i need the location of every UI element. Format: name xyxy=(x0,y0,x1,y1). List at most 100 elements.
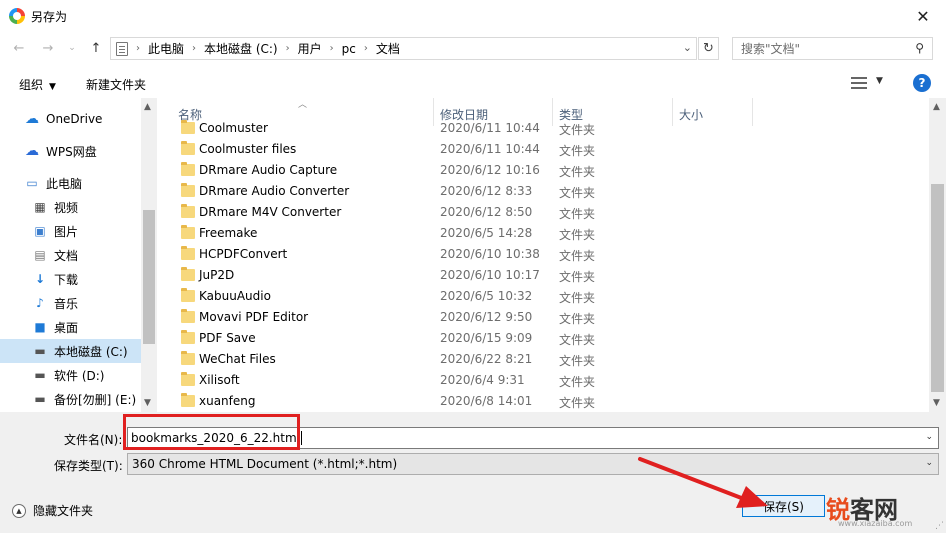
file-date: 2020/6/12 8:33 xyxy=(440,184,533,198)
caret-down-icon: ▼ xyxy=(49,82,56,92)
search-placeholder: 搜索"文档" xyxy=(741,42,801,56)
scroll-down-arrow-icon[interactable]: ▼ xyxy=(144,398,151,408)
resize-grip-icon[interactable]: ⋰ xyxy=(935,521,944,531)
scroll-up-arrow-icon[interactable]: ▲ xyxy=(933,102,940,112)
nav-item-downloads[interactable]: ↓ 下载 xyxy=(0,267,141,291)
table-row[interactable]: Freemake 2020/6/5 14:28 文件夹 xyxy=(170,223,929,244)
nav-item-onedrive[interactable]: ☁ OneDrive xyxy=(0,107,141,131)
forward-arrow-icon[interactable]: → xyxy=(39,39,57,57)
nav-item-desktop[interactable]: ■ 桌面 xyxy=(0,315,141,339)
breadcrumb-drive-c[interactable]: 本地磁盘 (C:) xyxy=(204,40,278,57)
document-location-icon xyxy=(116,41,128,56)
nav-item-music[interactable]: ♪ 音乐 xyxy=(0,291,141,315)
nav-item-label: 软件 (D:) xyxy=(54,368,105,383)
save-button[interactable]: 保存(S) xyxy=(742,495,825,517)
close-button[interactable]: ✕ xyxy=(900,0,946,32)
table-row[interactable]: WeChat Files 2020/6/22 8:21 文件夹 xyxy=(170,349,929,370)
breadcrumb-separator[interactable]: › xyxy=(136,43,140,54)
nav-item-drive-d[interactable]: ▬ 软件 (D:) xyxy=(0,363,141,387)
table-row[interactable]: DRmare Audio Converter 2020/6/12 8:33 文件夹 xyxy=(170,181,929,202)
chevron-up-icon: ▲ xyxy=(12,503,26,518)
refresh-icon: ↻ xyxy=(703,41,714,56)
nav-item-videos[interactable]: ▦ 视频 xyxy=(0,195,141,219)
nav-item-label: 本地磁盘 (C:) xyxy=(54,344,128,359)
view-options-caret-icon[interactable]: ▼ xyxy=(876,76,883,86)
scroll-up-arrow-icon[interactable]: ▲ xyxy=(144,102,151,112)
file-type: 文件夹 xyxy=(559,165,596,179)
scroll-down-arrow-icon[interactable]: ▼ xyxy=(933,398,940,408)
help-button[interactable]: ? xyxy=(913,74,931,92)
nav-item-documents[interactable]: ▤ 文档 xyxy=(0,243,141,267)
file-type: 文件夹 xyxy=(559,396,596,410)
nav-item-label: OneDrive xyxy=(46,112,103,126)
file-name: Xilisoft xyxy=(199,373,240,387)
nav-scrollbar[interactable]: ▲ ▼ xyxy=(141,98,157,412)
refresh-button[interactable]: ↻ xyxy=(698,37,719,60)
table-row[interactable]: JuP2D 2020/6/10 10:17 文件夹 xyxy=(170,265,929,286)
up-arrow-icon[interactable]: ↑ xyxy=(87,39,105,57)
file-list-scrollbar-thumb[interactable] xyxy=(931,184,944,392)
nav-item-this-pc[interactable]: ▭ 此电脑 xyxy=(0,171,141,195)
table-row[interactable]: KabuuAudio 2020/6/5 10:32 文件夹 xyxy=(170,286,929,307)
download-icon: ↓ xyxy=(34,272,46,286)
file-date: 2020/6/4 9:31 xyxy=(440,373,525,387)
window-title: 另存为 xyxy=(31,9,68,24)
organize-button[interactable]: 组织 ▼ xyxy=(19,76,56,93)
table-row[interactable]: PDF Save 2020/6/15 9:09 文件夹 xyxy=(170,328,929,349)
search-input[interactable]: 搜索"文档" ⚲ xyxy=(732,37,933,60)
filetype-value: 360 Chrome HTML Document (*.html;*.htm) xyxy=(132,457,398,471)
nav-item-drive-c[interactable]: ▬ 本地磁盘 (C:) xyxy=(0,339,141,363)
nav-item-wps[interactable]: ☁ WPS网盘 xyxy=(0,139,141,163)
table-row[interactable]: Coolmuster 2020/6/11 10:44 文件夹 xyxy=(170,118,929,139)
table-row[interactable]: DRmare M4V Converter 2020/6/12 8:50 文件夹 xyxy=(170,202,929,223)
chevron-down-icon[interactable]: ⌄ xyxy=(925,458,933,468)
nav-item-pictures[interactable]: ▣ 图片 xyxy=(0,219,141,243)
file-name: xuanfeng xyxy=(199,394,256,408)
breadcrumb-separator[interactable]: › xyxy=(330,43,334,54)
filetype-select[interactable]: 360 Chrome HTML Document (*.html;*.htm) … xyxy=(127,453,939,475)
file-type: 文件夹 xyxy=(559,270,596,284)
folder-icon xyxy=(181,288,195,302)
nav-scrollbar-thumb[interactable] xyxy=(143,210,155,344)
file-type: 文件夹 xyxy=(559,186,596,200)
sort-ascending-icon: ︿ xyxy=(298,100,308,110)
breadcrumb-this-pc[interactable]: 此电脑 xyxy=(148,40,184,57)
highlight-annotation-box xyxy=(123,414,300,450)
breadcrumb-documents[interactable]: 文档 xyxy=(376,40,400,57)
chevron-down-icon[interactable]: ⌄ xyxy=(683,41,692,54)
table-row[interactable]: DRmare Audio Capture 2020/6/12 10:16 文件夹 xyxy=(170,160,929,181)
recent-chevron-down-icon[interactable]: ⌄ xyxy=(63,39,81,57)
file-name: PDF Save xyxy=(199,331,256,345)
hide-folders-toggle[interactable]: ▲ 隐藏文件夹 xyxy=(12,502,93,519)
folder-icon xyxy=(181,351,195,365)
filetype-label: 保存类型(T): xyxy=(54,459,123,473)
app-logo-icon xyxy=(9,8,25,24)
breadcrumb-separator[interactable]: › xyxy=(364,43,368,54)
folder-icon xyxy=(181,330,195,344)
breadcrumb-users[interactable]: 用户 xyxy=(298,40,322,57)
breadcrumb-separator[interactable]: › xyxy=(192,43,196,54)
breadcrumb-separator[interactable]: › xyxy=(286,43,290,54)
table-row[interactable]: HCPDFConvert 2020/6/10 10:38 文件夹 xyxy=(170,244,929,265)
address-bar[interactable]: › 此电脑 › 本地磁盘 (C:) › 用户 › pc › 文档 ⌄ xyxy=(110,37,697,60)
table-row[interactable]: Coolmuster files 2020/6/11 10:44 文件夹 xyxy=(170,139,929,160)
view-details-icon[interactable] xyxy=(851,77,867,89)
file-type: 文件夹 xyxy=(559,333,596,347)
breadcrumb-pc[interactable]: pc xyxy=(342,42,356,56)
file-type: 文件夹 xyxy=(559,354,596,368)
new-folder-button[interactable]: 新建文件夹 xyxy=(86,76,146,93)
chevron-down-icon[interactable]: ⌄ xyxy=(925,432,933,442)
file-list-scrollbar[interactable]: ▲ ▼ xyxy=(929,98,946,412)
nav-item-drive-e[interactable]: ▬ 备份[勿删] (E:) xyxy=(0,387,141,411)
nav-item-label: 视频 xyxy=(54,200,79,215)
back-arrow-icon[interactable]: ← xyxy=(10,39,28,57)
table-row[interactable]: Movavi PDF Editor 2020/6/12 9:50 文件夹 xyxy=(170,307,929,328)
file-date: 2020/6/11 10:44 xyxy=(440,121,540,135)
table-row[interactable]: Xilisoft 2020/6/4 9:31 文件夹 xyxy=(170,370,929,391)
file-date: 2020/6/22 8:21 xyxy=(440,352,533,366)
file-name: WeChat Files xyxy=(199,352,276,366)
file-date: 2020/6/11 10:44 xyxy=(440,142,540,156)
table-row[interactable]: xuanfeng 2020/6/8 14:01 文件夹 xyxy=(170,391,929,412)
file-name: Freemake xyxy=(199,226,258,240)
nav-item-label: 下载 xyxy=(54,272,79,287)
